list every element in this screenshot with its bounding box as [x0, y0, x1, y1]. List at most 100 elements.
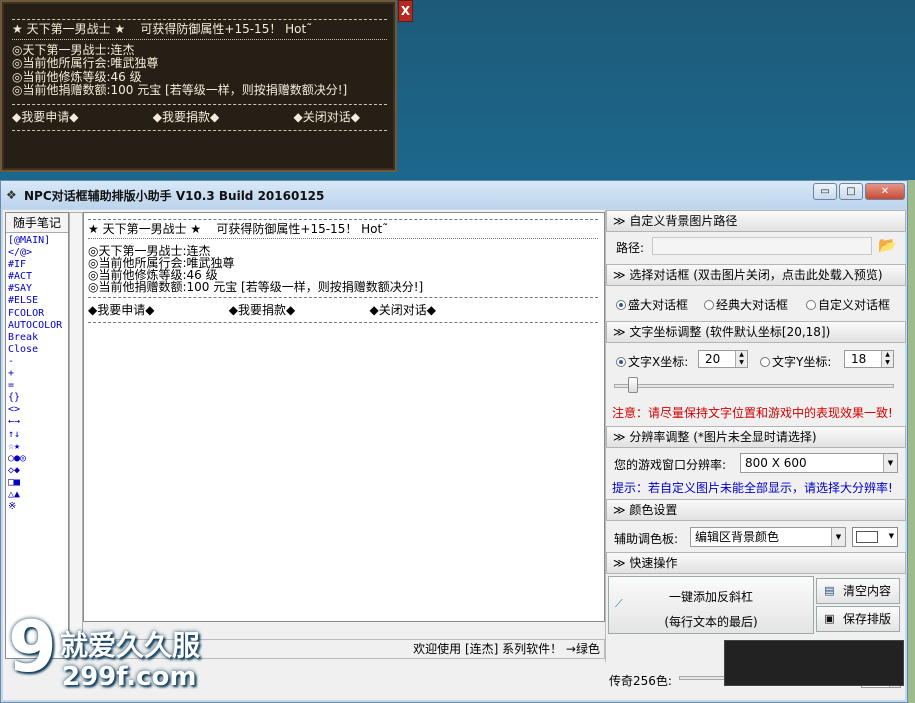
notes-item[interactable]: - [8, 356, 68, 368]
y-coord-stepper[interactable]: 18 ▲ ▼ [844, 350, 894, 368]
preview-close-button[interactable]: X [398, 0, 413, 22]
notes-item[interactable]: </@> [8, 247, 68, 259]
notes-item[interactable]: ←→ [8, 416, 68, 428]
watermark-url: 299f.com [62, 662, 197, 692]
section-colors[interactable]: ≫ 颜色设置 [606, 499, 906, 521]
title-bar[interactable]: ❖ NPC对话框辅助排版小助手 V10.3 Build 20160125 ▭ □… [1, 181, 907, 209]
notes-item[interactable]: [@MAIN] [8, 235, 68, 247]
notes-item[interactable]: Break [8, 332, 68, 344]
coord-slider-thumb[interactable] [627, 377, 638, 393]
dialog-preview-content: ★ 天下第一男战士 ★ 可获得防御属性+15-15！ Hot˜ ◎天下第一男战士… [12, 16, 387, 160]
preview-apply-link[interactable]: ◆我要申请◆ [12, 110, 78, 125]
color256-label: 传奇256色: [609, 674, 672, 688]
notes-item[interactable]: ○●◎ [8, 453, 68, 465]
notes-item[interactable]: ☆★ [8, 441, 68, 453]
preview-line: ◎天下第一男战士:连杰 [12, 42, 135, 57]
radio-label: 盛大对话框 [628, 298, 689, 312]
resolution-value: 800 X 600 [745, 456, 807, 470]
divider [88, 238, 598, 239]
palette-select[interactable]: 编辑区背景颜色 ▼ [690, 527, 846, 547]
floppy-disk-icon: ▣ [824, 612, 835, 625]
spin-arrows-icon[interactable]: ▲▼ [735, 351, 747, 367]
backslash-icon: ⟋ [615, 597, 623, 610]
notes-item[interactable]: AUTOCOLOR [8, 320, 68, 332]
notes-item[interactable]: #IF [8, 259, 68, 271]
save-layout-button[interactable]: ▣ 保存排版 [816, 606, 900, 632]
section-bg-path[interactable]: ≫ 自定义背景图片路径 [606, 210, 906, 232]
notes-header: 随手笔记 [6, 213, 68, 233]
editor-line: ◎当前他捐赠数额:100 元宝 [若等级一样，则按捐赠数额决分!] [88, 280, 424, 294]
background-window-strip [724, 640, 904, 686]
preview-donate-link[interactable]: ◆我要捐款◆ [153, 110, 219, 125]
editor-action: ◆我要申请◆ [88, 303, 155, 317]
x-coord-value: 20 [705, 352, 721, 366]
radio-x-coord[interactable]: 文字X坐标: [616, 353, 688, 370]
dialog-preview-window[interactable]: ★ 天下第一男战士 ★ 可获得防御属性+15-15！ Hot˜ ◎天下第一男战士… [0, 0, 397, 172]
save-button-label: 保存排版 [843, 612, 892, 626]
editor-action: ◆关闭对话◆ [369, 303, 436, 317]
notes-item[interactable]: #ACT [8, 271, 68, 283]
notes-item[interactable]: + [8, 368, 68, 380]
notes-item[interactable]: ◇◆ [8, 465, 68, 477]
resolution-select[interactable]: 800 X 600 ▼ [740, 453, 898, 473]
divider [12, 19, 387, 20]
coord-slider-track [614, 384, 894, 388]
coords-row: 文字X坐标: 20 ▲ ▼ 文字Y坐标: 18 ▲ ▼ [606, 344, 906, 374]
notes-item[interactable]: = [8, 380, 68, 392]
radio-icon [760, 357, 770, 367]
coord-slider[interactable] [606, 372, 906, 398]
x-coord-label: 文字X坐标: [628, 355, 689, 369]
notes-scrollbar[interactable] [69, 212, 83, 659]
radio-custom[interactable]: 自定义对话框 [806, 296, 890, 313]
app-icon: ❖ [6, 188, 17, 202]
notes-item[interactable]: Close [8, 344, 68, 356]
radio-shengda[interactable]: 盛大对话框 [616, 296, 688, 313]
radio-y-coord[interactable]: 文字Y坐标: [760, 353, 831, 370]
divider [12, 38, 387, 40]
notes-item[interactable]: FCOLOR [8, 308, 68, 320]
notes-item[interactable]: <> [8, 404, 68, 416]
clear-content-button[interactable]: ▤ 清空内容 [816, 578, 900, 604]
folder-open-icon[interactable]: 📂 [878, 236, 897, 254]
editor-action: ◆我要捐款◆ [228, 303, 296, 317]
settings-panel: ≫ 自定义背景图片路径 路径: 📂 ≫ 选择对话框 (双击图片关闭，点击此处载入… [605, 210, 906, 662]
notes-list[interactable]: [@MAIN] </@> #IF #ACT #SAY #ELSE FCOLOR … [6, 233, 68, 513]
spin-arrows-icon[interactable]: ▲▼ [881, 351, 893, 367]
watermark-logo: 9 就爱久久服 299f.com [8, 612, 248, 700]
add-backslash-sublabel: (每行文本的最后) [664, 615, 758, 629]
notes-item[interactable]: ※ [8, 501, 68, 513]
notes-item[interactable]: △▲ [8, 489, 68, 501]
notes-item[interactable]: #ELSE [8, 295, 68, 307]
add-backslash-button[interactable]: ⟋ 一键添加反斜杠 (每行文本的最后) [608, 576, 814, 634]
section-text-coords[interactable]: ≫ 文字坐标调整 (软件默认坐标[20,18]) [606, 321, 906, 343]
section-resolution[interactable]: ≫ 分辨率调整 (*图片未全显时请选择) [606, 426, 906, 448]
resolution-tip: 提示：若自定义图片未能全部显示，请选择大分辨率! [612, 481, 893, 495]
section-quick-actions[interactable]: ≫ 快速操作 [606, 552, 906, 574]
chevron-down-icon: ▼ [883, 454, 897, 472]
section-dialog-select[interactable]: ≫ 选择对话框 (双击图片关闭，点击此处载入预览) [606, 264, 906, 286]
x-coord-stepper[interactable]: 20 ▲ ▼ [698, 350, 748, 368]
dialog-options-row: 盛大对话框 经典大对话框 自定义对话框 [606, 288, 906, 318]
preview-line: ◎当前他修炼等级:46 级 [12, 69, 142, 84]
color-swatch-button[interactable]: ▼ [852, 527, 898, 547]
editor-area[interactable]: ★ 天下第一男战士 ★ 可获得防御属性+15-15！ Hot˜ ◎天下第一男战士… [83, 212, 605, 622]
preview-close-link[interactable]: ◆关闭对话◆ [294, 110, 360, 125]
radio-icon [806, 300, 816, 310]
editor-title-line: ★ 天下第一男战士 ★ 可获得防御属性+15-15！ Hot˜ [88, 222, 389, 236]
window-title: NPC对话框辅助排版小助手 V10.3 Build 20160125 [24, 188, 325, 203]
clear-button-label: 清空内容 [843, 584, 892, 598]
preview-title-line: ★ 天下第一男战士 ★ 可获得防御属性+15-15！ Hot˜ [12, 22, 313, 36]
notes-item[interactable]: {} [8, 392, 68, 404]
divider [88, 219, 598, 220]
close-button[interactable]: ✕ [865, 183, 905, 200]
radio-classic[interactable]: 经典大对话框 [704, 296, 788, 313]
notes-item[interactable]: ↑↓ [8, 429, 68, 441]
maximize-button[interactable]: □ [839, 183, 863, 200]
minimize-button[interactable]: ▭ [813, 183, 837, 200]
notes-item[interactable]: #SAY [8, 283, 68, 295]
chevron-down-icon: ▼ [888, 532, 894, 540]
notes-item[interactable]: □■ [8, 477, 68, 489]
divider [88, 322, 598, 323]
y-coord-label: 文字Y坐标: [772, 355, 832, 369]
path-input[interactable] [652, 237, 872, 255]
